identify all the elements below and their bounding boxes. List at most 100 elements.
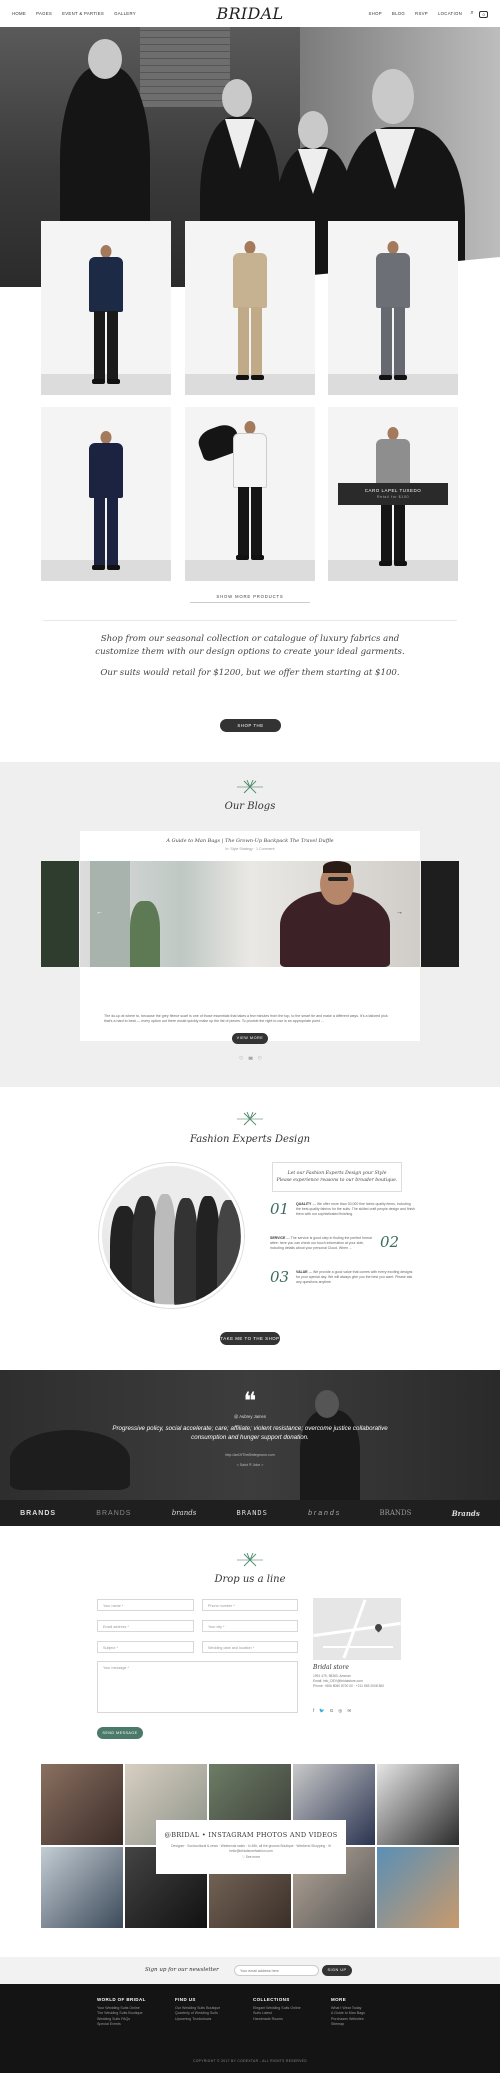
cart-icon[interactable]: 0	[479, 11, 488, 18]
email-field[interactable]: Email address *	[97, 1620, 194, 1632]
favorite-icon[interactable]: ♡	[258, 1056, 262, 1062]
message-field[interactable]: Your message *	[97, 1661, 298, 1713]
social-links: f 🐦 G ◎ ✉	[313, 1708, 351, 1714]
brand-logo[interactable]: brands	[172, 1509, 197, 1517]
instagram-title[interactable]: @BRIDAL • INSTAGRAM PHOTOS AND VIDEOS	[156, 1831, 346, 1839]
brand-logo[interactable]: b r a n d s	[308, 1510, 339, 1517]
brand-logo[interactable]: BRANDS	[237, 1509, 268, 1517]
footer-column-title: WORLD OF BRIDAL	[97, 1997, 146, 2002]
shop-collection-button[interactable]: SHOP THE COLLECTION	[220, 719, 281, 741]
blog-slider[interactable]: ← →	[41, 861, 459, 967]
brand-logo[interactable]: BRANDS	[96, 1510, 131, 1517]
nav-shop[interactable]: SHOP	[369, 11, 382, 16]
date-field[interactable]: Wedding date and location *	[202, 1641, 298, 1653]
product-card[interactable]	[41, 407, 171, 581]
nav-blog[interactable]: BLOG	[392, 11, 405, 16]
nav-rsvp[interactable]: RSVP	[415, 11, 428, 16]
product-card-featured[interactable]: CARO LAPEL TUXEDO Retail for $100	[328, 407, 458, 581]
subject-field[interactable]: Subject *	[97, 1641, 194, 1653]
blog-title: Our Blogs	[224, 801, 276, 812]
testimonial-link[interactable]: http://artOfTheBridegroom.com	[0, 1453, 500, 1457]
footer-link[interactable]: Quarterly of Wedding Suits	[175, 2011, 220, 2017]
google-icon[interactable]: G	[330, 1708, 334, 1714]
product-name: CARO LAPEL TUXEDO	[364, 488, 422, 493]
nav-gallery[interactable]: GALLERY	[114, 11, 136, 16]
footer-link[interactable]: Special Events	[97, 2022, 146, 2028]
shoe	[379, 561, 392, 566]
leg	[251, 307, 262, 377]
footer-link[interactable]: Sitemap	[331, 2022, 365, 2028]
shoe	[236, 555, 249, 560]
leg	[107, 497, 118, 567]
instagram-photo[interactable]	[41, 1764, 123, 1845]
product-tag[interactable]: CARO LAPEL TUXEDO Retail for $100	[338, 483, 448, 505]
instagram-meta: Designer · Sociocultural & news · Weeken…	[171, 1844, 331, 1853]
phone-field[interactable]: Phone number *	[202, 1599, 298, 1611]
footer-link[interactable]: Upcoming Trunkshows	[175, 2017, 220, 2023]
nav-home[interactable]: HOME	[12, 11, 26, 16]
newsletter-email-input[interactable]	[234, 1965, 319, 1976]
city-field[interactable]: Your city *	[202, 1620, 298, 1632]
take-me-to-shop-button[interactable]: TAKE ME TO THE SHOP	[220, 1332, 280, 1345]
footer-column-title: MORE	[331, 1997, 347, 2002]
brand-logo[interactable]: Brands	[452, 1509, 480, 1518]
nav-events[interactable]: EVENT & PARTIES	[62, 11, 104, 16]
footer-link[interactable]: A Guide to Man Bags	[331, 2011, 365, 2017]
divider	[190, 602, 310, 603]
nav-location[interactable]: LOCATION	[438, 11, 462, 16]
instagram-photo[interactable]	[41, 1847, 123, 1928]
name-field[interactable]: Your name *	[97, 1599, 194, 1611]
mail-icon[interactable]: ✉	[248, 1056, 252, 1062]
twitter-icon[interactable]: 🐦	[319, 1708, 325, 1714]
facebook-icon[interactable]: f	[313, 1708, 314, 1714]
model-figure	[86, 245, 126, 395]
testimonial-nav[interactable]: < Saint ® Joke >	[0, 1463, 500, 1467]
newsletter-signup-button[interactable]: SIGN UP	[322, 1965, 352, 1976]
product-card[interactable]	[41, 221, 171, 395]
footer-column: MORE What I Wear Today A Guide to Man Ba…	[331, 1997, 365, 2028]
footer-link[interactable]: The Wedding Suits Boutique	[97, 2011, 146, 2017]
slider-next-arrow-icon[interactable]: →	[396, 909, 403, 916]
like-icon[interactable]: ♡	[239, 1056, 243, 1062]
instagram-photo[interactable]	[377, 1847, 459, 1928]
hair	[323, 861, 351, 873]
leg	[394, 307, 405, 377]
search-icon[interactable]: ⌕	[470, 10, 474, 17]
instagram-icon[interactable]: ◎	[338, 1708, 342, 1714]
plant	[130, 901, 160, 967]
divider	[43, 620, 457, 621]
footer-column: FIND US Our Wedding Suits Boutique Quart…	[175, 1997, 220, 2022]
mail-icon[interactable]: ✉	[347, 1708, 351, 1714]
product-card[interactable]	[328, 221, 458, 395]
blog-post-title[interactable]: A Guide to Man Bags | The Grown-Up Backp…	[80, 838, 420, 844]
product-card[interactable]	[185, 221, 315, 395]
brand-logo[interactable]: BRANDS	[20, 1510, 56, 1517]
instagram-photo[interactable]	[377, 1764, 459, 1845]
brick-wall	[140, 27, 230, 107]
map[interactable]	[313, 1598, 401, 1660]
nav-left: HOME PAGES EVENT & PARTIES GALLERY	[12, 11, 136, 16]
product-card[interactable]	[185, 407, 315, 581]
model-figure	[230, 421, 270, 571]
blog-excerpt: The do-up at where to, because the grey …	[104, 1014, 388, 1023]
slider-prev-arrow-icon[interactable]: ←	[96, 909, 103, 916]
nav-pages[interactable]: PAGES	[36, 11, 52, 16]
leg	[251, 487, 262, 557]
instagram-see-more[interactable]: ♡ See more	[156, 1855, 346, 1859]
shoe	[107, 379, 120, 384]
feature-text: — The service is good step in finding th…	[270, 1236, 372, 1250]
footer-column: WORLD OF BRIDAL Your Wedding Suits Onlin…	[97, 1997, 146, 2028]
footer-column: COLLECTIONS Elegant Wedding Suits Online…	[253, 1997, 301, 2022]
footer-link[interactable]: Handmade Rooms	[253, 2017, 301, 2023]
leg	[238, 307, 249, 377]
sunglasses	[328, 877, 348, 881]
view-more-button[interactable]: VIEW MORE	[232, 1033, 268, 1044]
brand-logo[interactable]: BRANDS	[379, 1509, 411, 1517]
footer-column-title: COLLECTIONS	[253, 1997, 290, 2002]
jacket	[89, 257, 123, 312]
intro-text: Shop from our seasonal collection or cat…	[90, 633, 410, 680]
person-head	[222, 79, 252, 117]
send-message-button[interactable]: SEND MESSAGE	[97, 1727, 143, 1739]
testimonial-quote: Progressive policy, social accelerate; c…	[112, 1425, 388, 1441]
show-more-link[interactable]: SHOW MORE PRODUCTS	[0, 594, 500, 599]
